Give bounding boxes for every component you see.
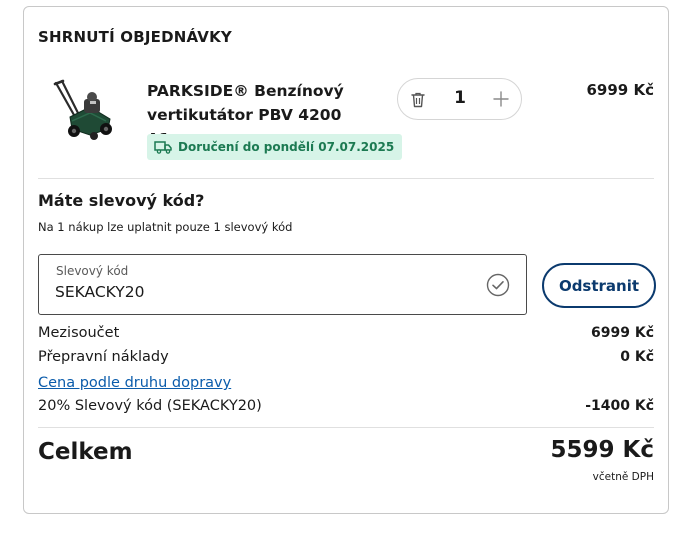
- shipping-label: Přepravní náklady: [38, 349, 169, 365]
- quantity-value[interactable]: 1: [448, 88, 472, 108]
- shipping-price-link[interactable]: Cena podle druhu dopravy: [38, 375, 231, 391]
- remove-coupon-button[interactable]: Odstranit: [542, 263, 656, 308]
- plus-icon[interactable]: [493, 91, 509, 107]
- vat-note: včetně DPH: [592, 471, 654, 483]
- check-circle-icon: [486, 273, 510, 297]
- coupon-heading: Máte slevový kód?: [38, 191, 205, 210]
- coupon-code-input[interactable]: [55, 283, 455, 301]
- subtotal-value: 6999 Kč: [591, 325, 654, 341]
- order-summary-title: SHRNUTÍ OBJEDNÁVKY: [38, 28, 232, 46]
- total-value: 5599 Kč: [550, 437, 654, 463]
- shipping-value: 0 Kč: [620, 349, 654, 365]
- discount-label: 20% Slevový kód (SEKACKY20): [38, 398, 262, 414]
- scarifier-product-image[interactable]: [50, 77, 116, 143]
- coupon-note: Na 1 nákup lze uplatnit pouze 1 slevový …: [38, 220, 293, 234]
- coupon-field-label: Slevový kód: [56, 264, 129, 278]
- truck-icon: [154, 140, 172, 154]
- total-label: Celkem: [38, 439, 133, 465]
- coupon-code-field[interactable]: Slevový kód: [38, 254, 527, 315]
- divider: [38, 178, 654, 179]
- trash-icon[interactable]: [410, 91, 426, 108]
- delivery-text: Doručení do pondělí 07.07.2025: [178, 140, 395, 154]
- quantity-stepper: 1: [397, 78, 522, 120]
- divider: [38, 427, 654, 428]
- shipping-row: Přepravní náklady 0 Kč: [38, 349, 654, 371]
- product-price: 6999 Kč: [586, 81, 655, 99]
- discount-value: -1400 Kč: [585, 398, 654, 414]
- subtotal-label: Mezisoučet: [38, 325, 120, 341]
- discount-row: 20% Slevový kód (SEKACKY20) -1400 Kč: [38, 398, 654, 420]
- order-summary-card: SHRNUTÍ OBJEDNÁVKY PARKSIDE® Benzínový v…: [23, 6, 669, 514]
- subtotal-row: Mezisoučet 6999 Kč: [38, 325, 654, 347]
- delivery-badge: Doručení do pondělí 07.07.2025: [147, 134, 403, 160]
